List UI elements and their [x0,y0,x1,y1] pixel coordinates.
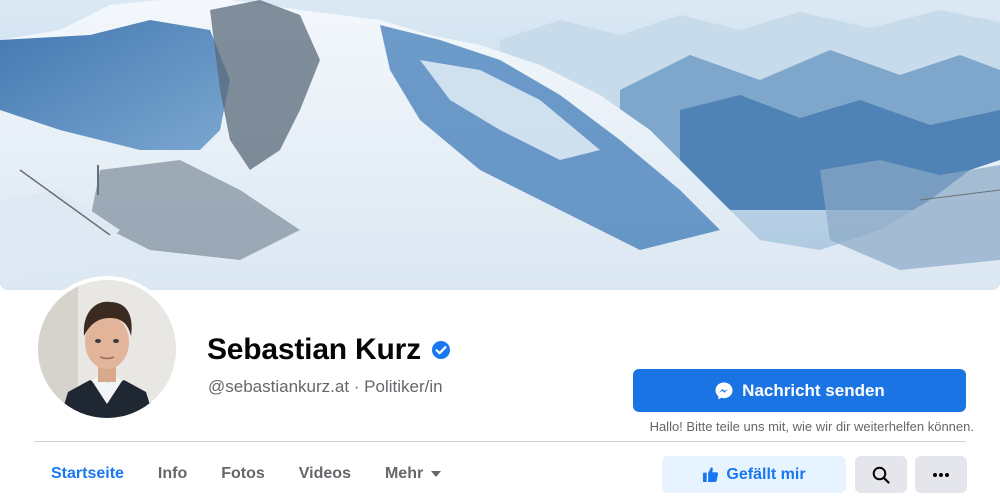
search-button[interactable] [855,456,907,493]
messenger-icon [715,382,733,399]
more-options-button[interactable] [915,456,967,493]
profile-avatar[interactable] [34,276,180,422]
avatar-photo [38,280,176,418]
profile-page: Sebastian Kurz @sebastiankurz.at · Polit… [0,0,1000,500]
tab-mehr[interactable]: Mehr [368,450,458,498]
search-icon [872,466,890,484]
divider [34,441,966,442]
like-button[interactable]: Gefällt mir [662,456,846,493]
more-horizontal-icon [933,472,949,477]
message-note: Hallo! Bitte teile uns mit, wie wir dir … [649,419,974,434]
tab-videos[interactable]: Videos [282,450,368,498]
tab-fotos[interactable]: Fotos [204,450,282,498]
like-label: Gefällt mir [726,465,806,483]
tab-label: Videos [298,465,351,482]
tab-label: Info [157,465,188,482]
tab-startseite[interactable]: Startseite [34,450,141,498]
profile-handle: @sebastiankurz.at · Politiker/in [208,377,443,396]
profile-name-row: Sebastian Kurz [207,333,451,367]
thumbs-up-icon [703,467,719,483]
page-title: Sebastian Kurz [207,333,421,366]
tab-info[interactable]: Info [141,450,204,498]
profile-tabs: Startseite Info Fotos Videos Mehr [34,450,458,498]
tab-label: Fotos [221,465,265,482]
tab-label: Mehr [384,465,424,482]
cover-photo[interactable] [0,0,1000,290]
verified-badge-icon [431,341,450,359]
send-message-label: Nachricht senden [742,380,885,400]
tab-label: Startseite [51,465,124,482]
send-message-button[interactable]: Nachricht senden [633,369,966,412]
caret-down-icon [431,471,442,477]
